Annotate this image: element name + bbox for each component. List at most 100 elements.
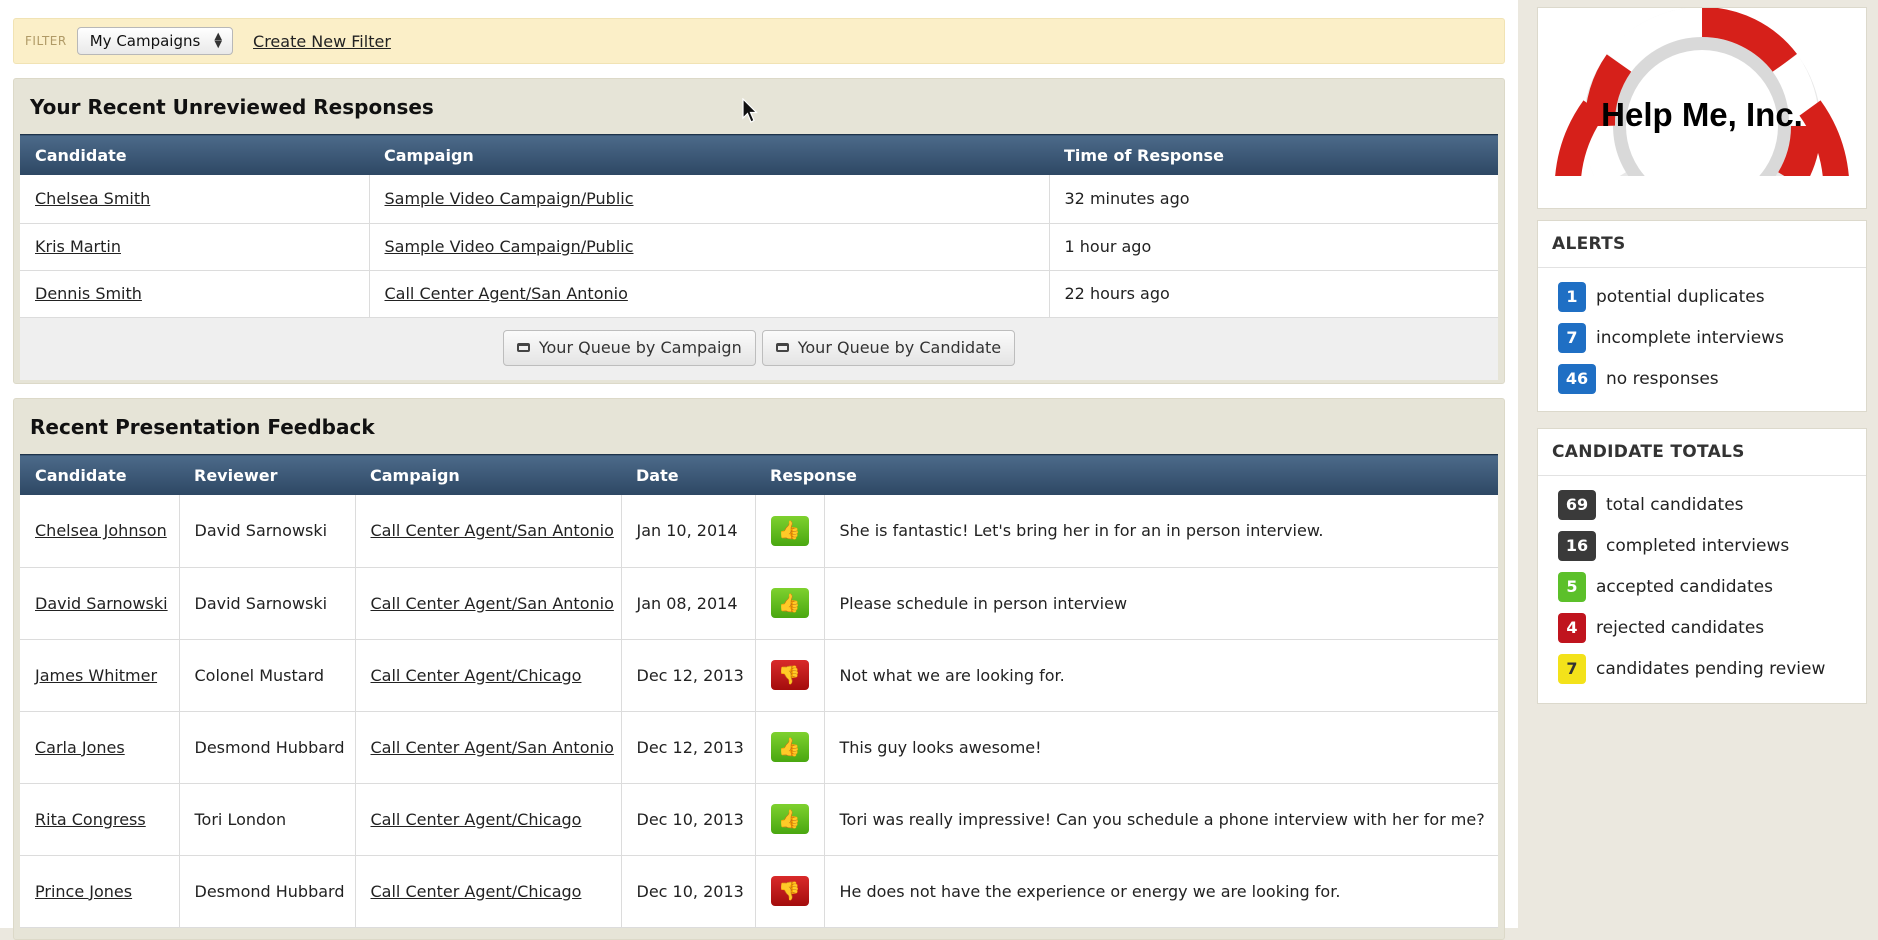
feedback-date: Dec 10, 2013 bbox=[621, 855, 756, 928]
queue-by-campaign-button[interactable]: Your Queue by Campaign bbox=[502, 329, 756, 366]
queue-by-candidate-label: Your Queue by Candidate bbox=[797, 338, 1002, 357]
total-count-badge: 4 bbox=[1558, 612, 1586, 643]
inbox-tray-icon bbox=[516, 343, 530, 352]
total-count-badge: 5 bbox=[1558, 571, 1586, 602]
campaign-link[interactable]: Call Center Agent/Chicago bbox=[371, 666, 582, 685]
alerts-title: ALERTS bbox=[1538, 221, 1866, 268]
feedback-date: Jan 08, 2014 bbox=[621, 567, 756, 640]
alert-count-badge: 1 bbox=[1558, 281, 1586, 312]
reviewer-name: Desmond Hubbard bbox=[179, 711, 356, 784]
totals-title: CANDIDATE TOTALS bbox=[1538, 429, 1866, 476]
unreviewed-table: Candidate Campaign Time of Response Chel… bbox=[20, 134, 1498, 318]
response-time: 1 hour ago bbox=[1049, 223, 1498, 271]
thumbs-down-icon: 👎 bbox=[770, 660, 809, 690]
reviewer-name: Tori London bbox=[179, 783, 356, 856]
alert-count-badge: 46 bbox=[1558, 363, 1596, 394]
campaign-link[interactable]: Call Center Agent/San Antonio bbox=[371, 738, 614, 757]
sidebar: Help Me, Inc. ALERTS 1 potential duplica… bbox=[1518, 0, 1878, 928]
alert-item-incomplete[interactable]: 7 incomplete interviews bbox=[1538, 317, 1866, 358]
thumbs-up-icon: 👍 bbox=[770, 515, 809, 546]
response-time: 32 minutes ago bbox=[1049, 175, 1498, 224]
total-item-candidates[interactable]: 69 total candidates bbox=[1538, 484, 1866, 525]
main-content: FILTER My Campaigns ▲ ▼ Create New Filter… bbox=[0, 0, 1518, 940]
col-response[interactable]: Response bbox=[755, 454, 1498, 495]
campaign-link[interactable]: Sample Video Campaign/Public bbox=[385, 189, 634, 208]
campaign-filter-select[interactable]: My Campaigns ▲ ▼ bbox=[76, 27, 234, 55]
candidate-link[interactable]: Chelsea Johnson bbox=[35, 521, 167, 540]
campaign-link[interactable]: Call Center Agent/San Antonio bbox=[371, 521, 614, 540]
candidate-link[interactable]: Dennis Smith bbox=[35, 284, 142, 303]
alert-label: no responses bbox=[1606, 368, 1719, 389]
alert-item-no-responses[interactable]: 46 no responses bbox=[1538, 358, 1866, 399]
total-item-pending[interactable]: 7 candidates pending review bbox=[1538, 648, 1866, 689]
campaign-link[interactable]: Call Center Agent/San Antonio bbox=[385, 284, 628, 303]
total-label: rejected candidates bbox=[1596, 617, 1765, 638]
table-row: Rita Congress Tori London Call Center Ag… bbox=[20, 783, 1498, 856]
col-reviewer[interactable]: Reviewer bbox=[179, 454, 355, 495]
campaign-link[interactable]: Call Center Agent/Chicago bbox=[371, 882, 582, 901]
total-count-badge: 69 bbox=[1558, 489, 1596, 520]
reviewer-name: Desmond Hubbard bbox=[179, 855, 356, 928]
total-item-accepted[interactable]: 5 accepted candidates bbox=[1538, 566, 1866, 607]
campaign-link[interactable]: Call Center Agent/San Antonio bbox=[371, 594, 614, 613]
col-campaign[interactable]: Campaign bbox=[355, 454, 621, 495]
col-date[interactable]: Date bbox=[621, 454, 755, 495]
candidate-link[interactable]: David Sarnowski bbox=[35, 594, 168, 613]
alert-label: incomplete interviews bbox=[1596, 327, 1784, 348]
thumbs-down-icon: 👎 bbox=[770, 876, 809, 906]
table-row: James Whitmer Colonel Mustard Call Cente… bbox=[20, 639, 1498, 712]
campaign-link[interactable]: Sample Video Campaign/Public bbox=[385, 237, 634, 256]
total-label: total candidates bbox=[1606, 494, 1744, 515]
mouse-cursor-icon bbox=[742, 98, 758, 123]
filter-bar: FILTER My Campaigns ▲ ▼ Create New Filter bbox=[13, 18, 1505, 64]
presentation-feedback-panel: Recent Presentation Feedback Candidate R… bbox=[13, 398, 1505, 940]
queue-by-campaign-label: Your Queue by Campaign bbox=[538, 338, 742, 357]
feedback-date: Dec 12, 2013 bbox=[621, 639, 756, 712]
queue-by-candidate-button[interactable]: Your Queue by Candidate bbox=[761, 329, 1016, 366]
total-label: accepted candidates bbox=[1596, 576, 1773, 597]
campaign-link[interactable]: Call Center Agent/Chicago bbox=[371, 810, 582, 829]
col-candidate[interactable]: Candidate bbox=[20, 134, 369, 175]
table-row: Prince Jones Desmond Hubbard Call Center… bbox=[20, 855, 1498, 928]
alert-count-badge: 7 bbox=[1558, 322, 1586, 353]
alert-label: potential duplicates bbox=[1596, 286, 1765, 307]
candidate-totals-widget: CANDIDATE TOTALS 69 total candidates 16 … bbox=[1537, 428, 1867, 704]
candidate-link[interactable]: Chelsea Smith bbox=[35, 189, 150, 208]
table-row: Chelsea Johnson David Sarnowski Call Cen… bbox=[20, 495, 1498, 568]
feedback-comment: This guy looks awesome! bbox=[824, 711, 1498, 784]
table-row: Dennis Smith Call Center Agent/San Anton… bbox=[20, 270, 1498, 318]
col-candidate[interactable]: Candidate bbox=[20, 454, 179, 495]
col-time[interactable]: Time of Response bbox=[1049, 134, 1498, 175]
reviewer-name: David Sarnowski bbox=[179, 495, 356, 568]
reviewer-name: David Sarnowski bbox=[179, 567, 356, 640]
alerts-widget: ALERTS 1 potential duplicates 7 incomple… bbox=[1537, 220, 1867, 412]
total-count-badge: 7 bbox=[1558, 653, 1586, 684]
logo-text: Help Me, Inc. bbox=[1601, 96, 1803, 133]
feedback-date: Dec 12, 2013 bbox=[621, 711, 756, 784]
response-time: 22 hours ago bbox=[1049, 270, 1498, 318]
alert-item-duplicates[interactable]: 1 potential duplicates bbox=[1538, 276, 1866, 317]
candidate-link[interactable]: Prince Jones bbox=[35, 882, 132, 901]
unreviewed-title: Your Recent Unreviewed Responses bbox=[30, 94, 434, 119]
unreviewed-responses-panel: Your Recent Unreviewed Responses Candida… bbox=[13, 78, 1505, 384]
create-new-filter-link[interactable]: Create New Filter bbox=[253, 32, 391, 51]
candidate-link[interactable]: James Whitmer bbox=[35, 666, 157, 685]
filter-label: FILTER bbox=[25, 34, 67, 48]
table-row: David Sarnowski David Sarnowski Call Cen… bbox=[20, 567, 1498, 640]
candidate-link[interactable]: Carla Jones bbox=[35, 738, 125, 757]
queue-button-row: Your Queue by Campaign Your Queue by Can… bbox=[20, 317, 1498, 380]
total-item-rejected[interactable]: 4 rejected candidates bbox=[1538, 607, 1866, 648]
feedback-comment: He does not have the experience or energ… bbox=[824, 855, 1498, 928]
col-campaign[interactable]: Campaign bbox=[369, 134, 1049, 175]
feedback-table: Candidate Reviewer Campaign Date Respons… bbox=[20, 454, 1498, 928]
feedback-date: Jan 10, 2014 bbox=[621, 495, 756, 568]
candidate-link[interactable]: Kris Martin bbox=[35, 237, 121, 256]
candidate-link[interactable]: Rita Congress bbox=[35, 810, 146, 829]
total-count-badge: 16 bbox=[1558, 530, 1596, 561]
feedback-comment: Not what we are looking for. bbox=[824, 639, 1498, 712]
reviewer-name: Colonel Mustard bbox=[179, 639, 356, 712]
total-item-completed[interactable]: 16 completed interviews bbox=[1538, 525, 1866, 566]
table-row: Chelsea Smith Sample Video Campaign/Publ… bbox=[20, 175, 1498, 224]
table-row: Carla Jones Desmond Hubbard Call Center … bbox=[20, 711, 1498, 784]
thumbs-up-icon: 👍 bbox=[770, 588, 809, 618]
